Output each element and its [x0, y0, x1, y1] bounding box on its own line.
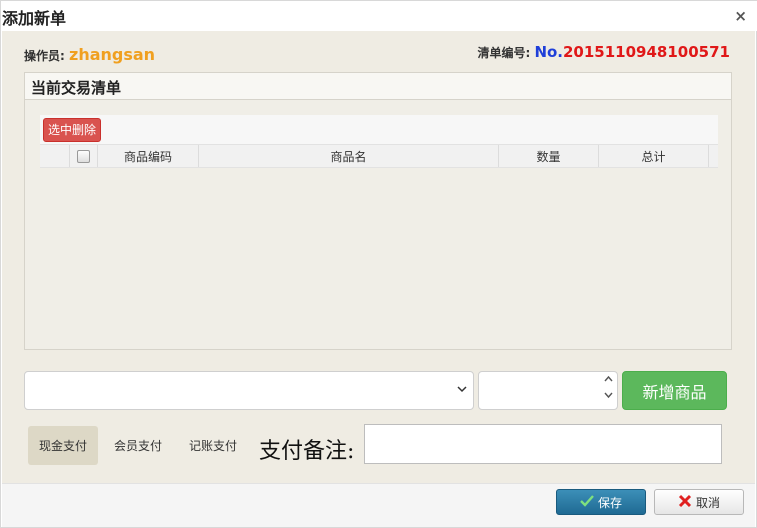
save-button[interactable]: 保存 — [556, 489, 646, 515]
select-all-column — [70, 145, 98, 167]
check-icon — [580, 494, 594, 510]
add-order-dialog: 添加新单 × 操作员: zhangsan 清单编号: No.2015110948… — [0, 0, 757, 528]
stepper-down-icon[interactable] — [601, 392, 615, 408]
operator-info: 操作员: zhangsan — [24, 45, 155, 64]
payment-remark-input[interactable] — [364, 424, 722, 464]
table-toolbar: 选中删除 — [40, 115, 718, 144]
title-bar: 添加新单 × — [1, 1, 757, 31]
payment-option-cash[interactable]: 现金支付 — [28, 426, 98, 465]
table-header: 商品编码 商品名 数量 总计 — [40, 144, 718, 168]
order-number-info: 清单编号: No.2015110948100571 — [477, 43, 730, 61]
cancel-label: 取消 — [695, 495, 720, 510]
save-label: 保存 — [597, 495, 622, 510]
column-header-quantity[interactable]: 数量 — [499, 145, 599, 167]
cancel-button[interactable]: 取消 — [654, 489, 744, 515]
stepper-up-icon[interactable] — [601, 375, 615, 391]
dialog-footer: 保存 取消 — [2, 483, 755, 527]
order-number-prefix: No. — [534, 43, 563, 61]
dialog-title: 添加新单 — [2, 9, 67, 28]
cross-icon — [678, 494, 692, 511]
payment-option-credit[interactable]: 记账支付 — [178, 426, 248, 465]
order-number-label: 清单编号: — [477, 46, 531, 60]
column-header-total[interactable]: 总计 — [599, 145, 709, 167]
transaction-list-panel: 当前交易清单 选中删除 商品编码 商品名 数量 总计 — [24, 72, 732, 350]
column-header-name[interactable]: 商品名 — [199, 145, 499, 167]
panel-title: 当前交易清单 — [25, 73, 731, 100]
operator-label: 操作员: — [24, 49, 65, 63]
close-icon[interactable]: × — [734, 7, 747, 25]
quantity-stepper[interactable] — [478, 371, 618, 410]
select-all-checkbox[interactable] — [77, 149, 90, 163]
dialog-body: 操作员: zhangsan 清单编号: No.2015110948100571 … — [2, 31, 755, 483]
row-number-column — [40, 145, 70, 167]
order-number-value: 2015110948100571 — [563, 43, 730, 61]
delete-selected-button[interactable]: 选中删除 — [43, 118, 102, 142]
operator-name: zhangsan — [69, 45, 156, 64]
chevron-down-icon — [457, 382, 467, 396]
payment-option-member[interactable]: 会员支付 — [103, 426, 173, 465]
payment-remark-label: 支付备注: — [259, 439, 355, 464]
add-product-button[interactable]: 新增商品 — [622, 371, 727, 410]
column-header-code[interactable]: 商品编码 — [98, 145, 199, 167]
product-select[interactable] — [24, 371, 474, 410]
